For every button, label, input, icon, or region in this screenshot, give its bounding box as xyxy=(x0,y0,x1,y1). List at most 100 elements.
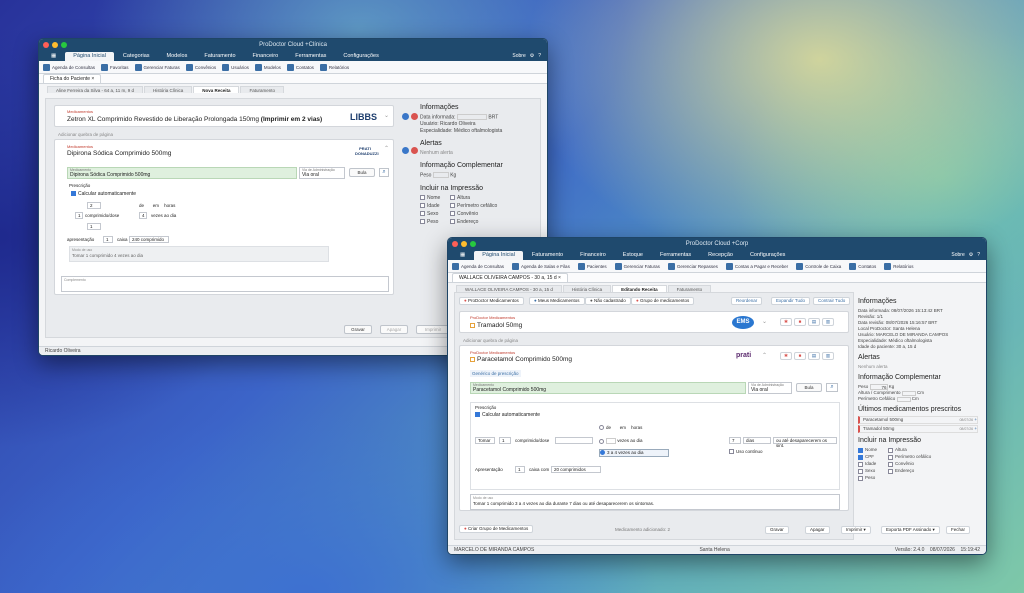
print-option[interactable]: Nome xyxy=(420,195,450,202)
menu-financeiro[interactable]: Financeiro xyxy=(245,52,287,61)
tab-editando-receita[interactable]: Editando Receita xyxy=(612,285,667,292)
delete-icon[interactable]: ■ xyxy=(794,352,806,360)
toolbar-faturas[interactable]: Gerenciar Faturas xyxy=(614,262,660,270)
exporta-pdf-button[interactable]: Exporta PDF Assinado ▾ xyxy=(881,526,940,534)
toolbar-contatos[interactable]: Contatos xyxy=(286,63,314,71)
toolbar-pacientes[interactable]: Pacientes xyxy=(577,262,607,270)
checkbox[interactable] xyxy=(420,202,425,208)
apresentacao-input[interactable]: 1 xyxy=(103,236,113,243)
toolbar-caixa[interactable]: Controle de Caixa xyxy=(796,262,841,270)
checkbox[interactable] xyxy=(420,210,425,216)
print-option[interactable]: Idade xyxy=(858,461,888,467)
prodoctor-medicamentos-button[interactable]: ● ProDoctor Medicamentos xyxy=(459,297,524,305)
minimize-light[interactable] xyxy=(52,42,58,48)
toolbar-agenda[interactable]: Agenda de Consultas xyxy=(452,262,504,270)
toolbar-contatos[interactable]: Contatos xyxy=(849,262,876,270)
app-menu-icon[interactable]: ▦ xyxy=(452,251,473,260)
checkbox[interactable] xyxy=(888,468,893,474)
tab-nova-receita[interactable]: Nova Receita xyxy=(193,86,240,93)
expandir-button[interactable]: Expandir Tudo xyxy=(771,297,811,305)
via-select[interactable]: Via de Administração Via oral xyxy=(748,382,792,394)
dose-qty-input[interactable]: 1 xyxy=(75,212,83,219)
toolbar-agenda[interactable]: Agenda de Consultas xyxy=(43,63,95,71)
help-icon[interactable]: ? xyxy=(977,251,980,260)
dias-input[interactable]: 7 xyxy=(729,437,741,444)
print-option[interactable]: Perímetro cefálico xyxy=(888,454,968,460)
print-option[interactable]: Sexo xyxy=(420,211,450,218)
remove-icon[interactable] xyxy=(411,147,418,154)
fechar-button[interactable]: Fechar xyxy=(946,526,971,534)
checkbox[interactable] xyxy=(858,461,863,467)
tab-ficha-paciente[interactable]: Ficha do Paciente × xyxy=(43,74,102,83)
menu-pagina-inicial[interactable]: Página Inicial xyxy=(474,251,523,260)
close-light[interactable] xyxy=(452,241,458,247)
apagar-button[interactable]: Apagar xyxy=(805,526,830,534)
checkbox[interactable] xyxy=(858,447,863,453)
app-menu-icon[interactable]: ▦ xyxy=(43,52,64,61)
frequency-input[interactable]: 4 xyxy=(139,212,147,219)
gravar-button[interactable]: Gravar xyxy=(344,325,372,334)
menu-ferramentas[interactable]: Ferramentas xyxy=(652,251,699,260)
imprimir-button[interactable]: Imprimir ▾ xyxy=(841,526,871,534)
print-option[interactable]: Convênio xyxy=(450,211,530,218)
toolbar-faturas[interactable]: Gerenciar Faturas xyxy=(134,63,180,71)
chevron-up-icon[interactable]: ⌃ xyxy=(762,352,767,359)
page-break-link[interactable]: Adicionar quebra de página xyxy=(463,338,518,343)
checkbox[interactable] xyxy=(450,210,455,216)
print-option[interactable]: Peso xyxy=(420,219,450,226)
zoom-light[interactable] xyxy=(61,42,67,48)
print-option[interactable]: Altura xyxy=(450,195,530,202)
toolbar-usuarios[interactable]: Usuários xyxy=(222,63,249,71)
peso-input[interactable]: 76 xyxy=(869,384,888,390)
checkbox[interactable] xyxy=(420,218,425,224)
modo-uso-field[interactable]: Modo de uso Tomar 1 comprimido 4 vezes a… xyxy=(69,246,329,262)
add-icon[interactable] xyxy=(402,113,409,120)
toolbar-favoritas[interactable]: Favoritas xyxy=(101,63,129,71)
medication-card-zetron[interactable]: Medicamentos Zetron XL Comprimido Revest… xyxy=(54,105,394,127)
print-option[interactable]: Convênio xyxy=(888,461,968,467)
date-input[interactable] xyxy=(456,114,487,120)
medication-field[interactable]: Medicamento Dipirona Sódica Comprimido 5… xyxy=(67,167,297,179)
close-icon[interactable]: × xyxy=(558,275,561,281)
checkbox[interactable] xyxy=(888,461,893,467)
bula-button[interactable]: Bula xyxy=(796,383,822,392)
contrair-button[interactable]: Contrair Tudo xyxy=(813,297,851,305)
caixa-select[interactable]: 20 comprimidos xyxy=(551,466,601,473)
vezes-input[interactable] xyxy=(606,438,616,444)
delete-icon[interactable]: ■ xyxy=(794,318,806,326)
menu-categorias[interactable]: Categorias xyxy=(115,52,158,61)
print-option[interactable]: CPF xyxy=(858,454,888,460)
modo-uso-field[interactable]: Modo de uso Tomar 1 comprimido 3 a 4 vez… xyxy=(470,494,840,510)
checkbox[interactable] xyxy=(475,412,480,418)
via-select[interactable]: Via de Administração Via oral xyxy=(299,167,345,179)
menu-configuracoes[interactable]: Configurações xyxy=(335,52,386,61)
recent-medication[interactable]: Tramadol 50mg 08/07/26 + xyxy=(858,425,978,434)
checkbox[interactable] xyxy=(71,191,76,197)
uso-continuo[interactable]: Uso contínuo xyxy=(729,449,763,455)
ate-field[interactable]: ou até desaparecerem os sint. xyxy=(773,437,837,448)
add-icon[interactable]: + xyxy=(974,426,977,431)
reordenar-button[interactable]: Reordenar xyxy=(731,297,763,305)
toolbar-modelos[interactable]: Modelos xyxy=(254,63,281,71)
dose-input[interactable]: 2 xyxy=(87,202,101,209)
checkbox[interactable] xyxy=(888,454,893,460)
chevron-down-icon[interactable]: ⌄ xyxy=(384,112,389,119)
tab-patient-file[interactable]: WALLACE OLIVEIRA CAMPOS - 30 a, 15 d × xyxy=(452,273,568,282)
tab-patient[interactable]: WALLACE OLIVEIRA CAMPOS - 30 a, 15 d xyxy=(456,285,562,292)
altura-input[interactable] xyxy=(901,390,916,396)
radio[interactable] xyxy=(599,425,604,431)
close-icon[interactable]: × xyxy=(91,76,94,82)
chevron-down-icon[interactable]: ⌄ xyxy=(762,318,767,325)
meus-medicamentos-button[interactable]: ● Meus Medicamentos xyxy=(529,297,585,305)
tab-faturamento[interactable]: Faturamento xyxy=(240,86,284,93)
nao-cadastrado-button[interactable]: ● Não cadastrado xyxy=(585,297,631,305)
chevron-up-icon[interactable]: ⌃ xyxy=(384,145,389,152)
tab-historia[interactable]: História Clínica xyxy=(143,86,193,93)
minimize-light[interactable] xyxy=(461,241,467,247)
checkbox[interactable] xyxy=(858,454,863,460)
imprimir-button[interactable]: Imprimir xyxy=(416,325,450,334)
tab-faturamento[interactable]: Faturamento xyxy=(667,285,712,292)
apresentacao-input[interactable]: 1 xyxy=(515,466,525,473)
close-light[interactable] xyxy=(43,42,49,48)
search-icon[interactable]: ⌕ xyxy=(379,168,389,177)
